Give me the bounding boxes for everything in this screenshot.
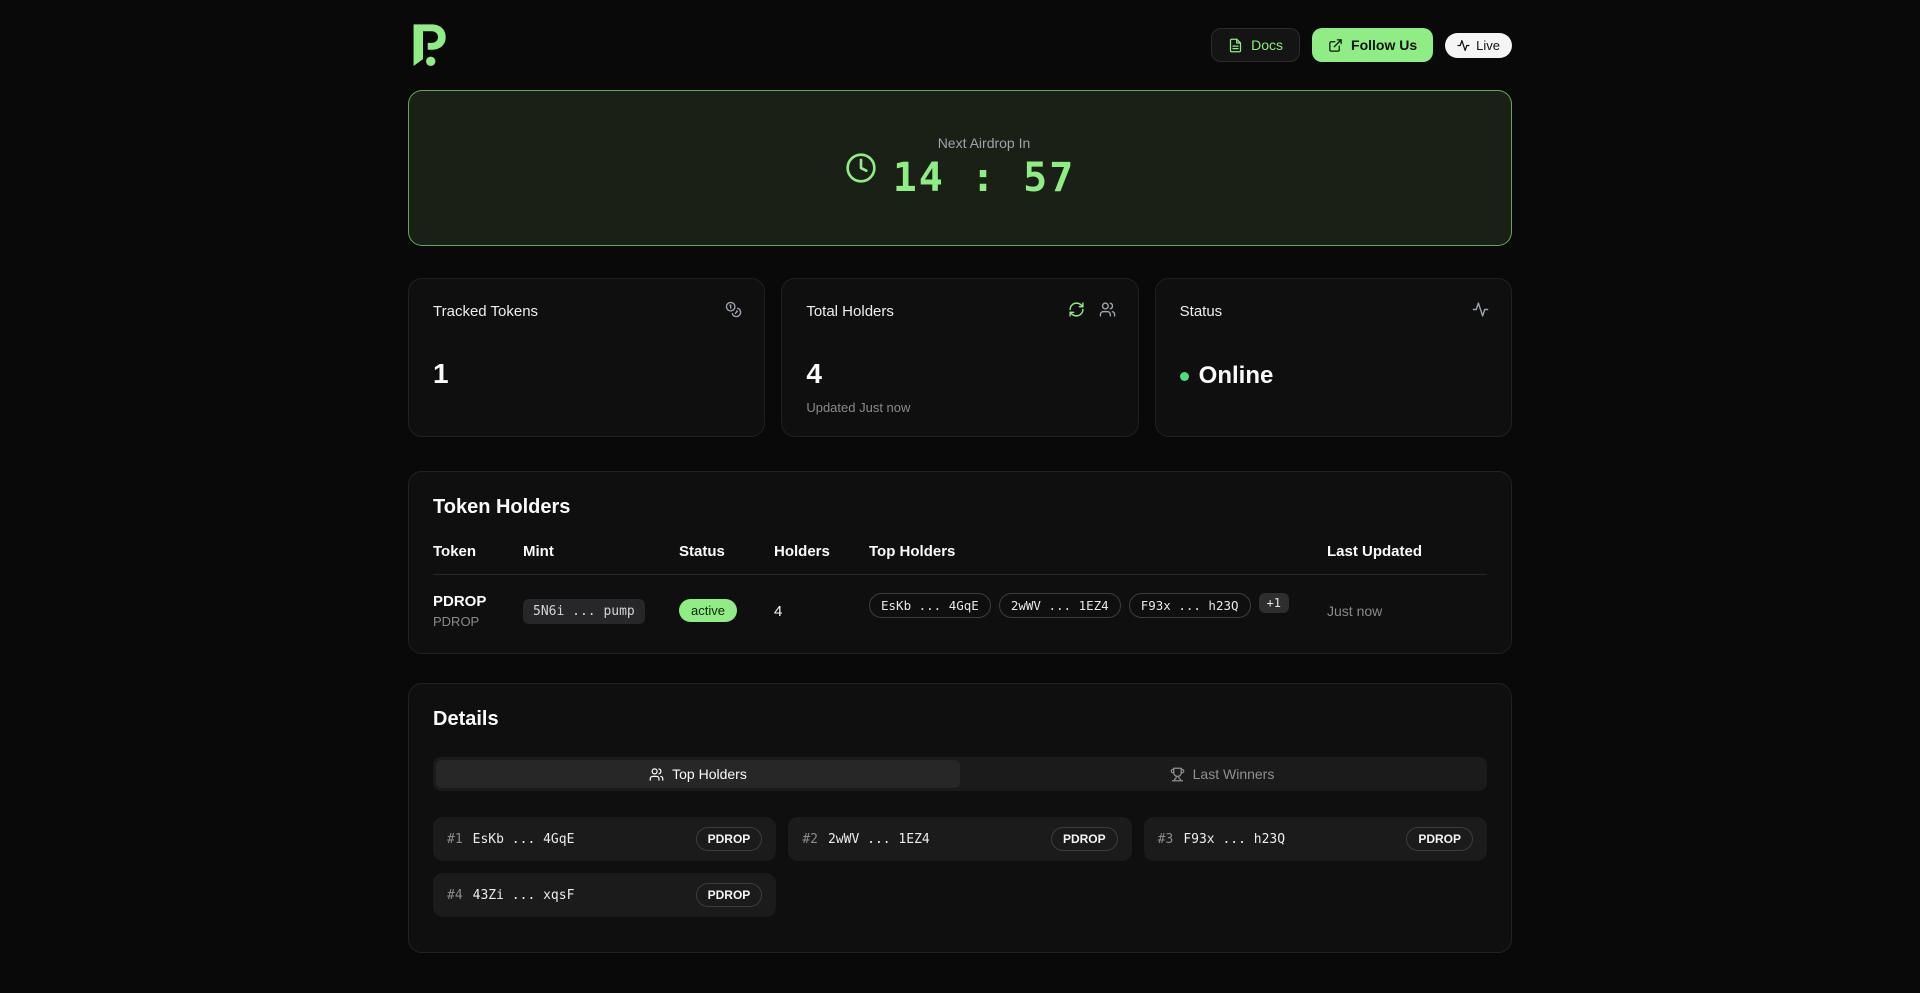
tracked-tokens-card: Tracked Tokens 1 bbox=[408, 278, 766, 437]
coins-icon bbox=[725, 301, 742, 318]
top-holders-cell: EsKb ... 4GqE 2wWV ... 1EZ4 F93x ... h23… bbox=[869, 593, 1327, 618]
total-holders-value: 4 bbox=[806, 358, 822, 389]
token-holders-card: Token Holders Token Mint Status Holders … bbox=[408, 471, 1512, 654]
holder-address-pill: 2wWV ... 1EZ4 bbox=[998, 593, 1121, 618]
details-card: Details Top Holders Last Winners #1 EsKb… bbox=[408, 683, 1512, 953]
status-badge: active bbox=[679, 599, 737, 622]
token-holders-title: Token Holders bbox=[433, 496, 571, 518]
more-holders-pill: +1 bbox=[1258, 593, 1289, 613]
tab-top-holders-label: Top Holders bbox=[672, 766, 747, 782]
col-top-holders: Top Holders bbox=[869, 543, 956, 560]
countdown-timer: 14 : 57 bbox=[892, 155, 1076, 201]
docs-button[interactable]: Docs bbox=[1211, 28, 1301, 62]
stats-row: Tracked Tokens 1 Total Holders 4 Updated… bbox=[408, 278, 1512, 437]
online-dot bbox=[1179, 371, 1189, 381]
col-holders: Holders bbox=[774, 543, 830, 560]
activity-icon bbox=[1457, 39, 1470, 52]
top-holders-list: #1 EsKb ... 4GqE PDROP #2 2wWV ... 1EZ4 … bbox=[433, 817, 1487, 917]
tab-last-winners-label: Last Winners bbox=[1192, 766, 1275, 782]
status-title: Status bbox=[1179, 303, 1223, 320]
holder-token-badge: PDROP bbox=[695, 827, 763, 851]
col-status: Status bbox=[679, 543, 725, 560]
page-container: Docs Follow Us Live Next Airdrop In 14:… bbox=[408, 0, 1512, 953]
clock-icon bbox=[845, 152, 877, 184]
holder-address-pill: F93x ... h23Q bbox=[1128, 593, 1251, 618]
header-actions: Docs Follow Us Live bbox=[1211, 28, 1512, 62]
list-item: #1 EsKb ... 4GqE PDROP bbox=[433, 817, 777, 861]
users-icon bbox=[1099, 301, 1116, 318]
token-symbol: PDROP bbox=[433, 614, 480, 629]
holder-address: 2wWV ... 1EZ4 bbox=[827, 831, 930, 847]
holder-token-badge: PDROP bbox=[1050, 827, 1118, 851]
live-badge: Live bbox=[1445, 32, 1512, 58]
refresh-icon[interactable] bbox=[1068, 301, 1085, 318]
holder-address: 43Zi ... xqsF bbox=[472, 887, 575, 903]
trophy-icon bbox=[1170, 767, 1185, 782]
activity-icon bbox=[1472, 301, 1489, 318]
list-item: #4 43Zi ... xqsF PDROP bbox=[433, 873, 777, 917]
col-last-updated: Last Updated bbox=[1327, 543, 1423, 560]
mint-cell: 5N6i ... pump bbox=[523, 593, 679, 624]
tracked-tokens-value: 1 bbox=[433, 358, 449, 389]
holder-rank: #2 bbox=[802, 831, 818, 847]
list-item: #3 F93x ... h23Q PDROP bbox=[1143, 817, 1487, 861]
token-holders-table: Token Mint Status Holders Top Holders La… bbox=[433, 543, 1487, 629]
token-cell: PDROP PDROP bbox=[433, 593, 523, 629]
holder-address: EsKb ... 4GqE bbox=[472, 831, 575, 847]
live-badge-label: Live bbox=[1476, 37, 1500, 53]
holder-address-pill: EsKb ... 4GqE bbox=[869, 593, 991, 618]
holder-rank: #3 bbox=[1157, 831, 1174, 847]
header: Docs Follow Us Live bbox=[408, 0, 1512, 72]
list-item: #2 2wWV ... 1EZ4 PDROP bbox=[788, 817, 1132, 861]
col-mint: Mint bbox=[523, 543, 554, 560]
tab-last-winners[interactable]: Last Winners bbox=[960, 760, 1484, 788]
holder-rank: #1 bbox=[447, 831, 463, 847]
external-link-icon bbox=[1328, 38, 1343, 53]
holders-count: 4 bbox=[774, 603, 783, 620]
total-holders-card: Total Holders 4 Updated Just now bbox=[781, 278, 1139, 437]
table-header: Token Mint Status Holders Top Holders La… bbox=[433, 543, 1487, 575]
col-token: Token bbox=[433, 543, 477, 560]
token-name: PDROP bbox=[433, 593, 487, 610]
tab-top-holders[interactable]: Top Holders bbox=[436, 760, 960, 788]
countdown-label: Next Airdrop In bbox=[937, 135, 1031, 151]
follow-us-button[interactable]: Follow Us bbox=[1312, 28, 1434, 62]
users-icon bbox=[649, 767, 664, 782]
total-holders-updated: Updated Just now bbox=[806, 400, 911, 415]
tracked-tokens-title: Tracked Tokens bbox=[433, 303, 539, 320]
status-card: Status Online bbox=[1154, 278, 1512, 437]
holder-rank: #4 bbox=[447, 887, 463, 903]
holder-address: F93x ... h23Q bbox=[1183, 831, 1286, 847]
last-updated-value: Just now bbox=[1327, 603, 1383, 619]
details-tabbar: Top Holders Last Winners bbox=[433, 757, 1487, 791]
status-value: Online bbox=[1198, 362, 1274, 389]
holder-token-badge: PDROP bbox=[695, 883, 763, 907]
status-cell: active bbox=[679, 593, 774, 622]
follow-us-button-label: Follow Us bbox=[1351, 37, 1418, 53]
pdrop-logo-icon bbox=[408, 21, 450, 69]
file-text-icon bbox=[1228, 38, 1243, 53]
docs-button-label: Docs bbox=[1251, 37, 1284, 53]
table-row: PDROP PDROP 5N6i ... pump active 4 EsKb … bbox=[433, 575, 1487, 629]
countdown-card: Next Airdrop In 14 : 57 bbox=[408, 90, 1512, 246]
mint-address[interactable]: 5N6i ... pump bbox=[523, 599, 645, 624]
details-title: Details bbox=[433, 708, 499, 730]
holder-token-badge: PDROP bbox=[1406, 827, 1473, 851]
